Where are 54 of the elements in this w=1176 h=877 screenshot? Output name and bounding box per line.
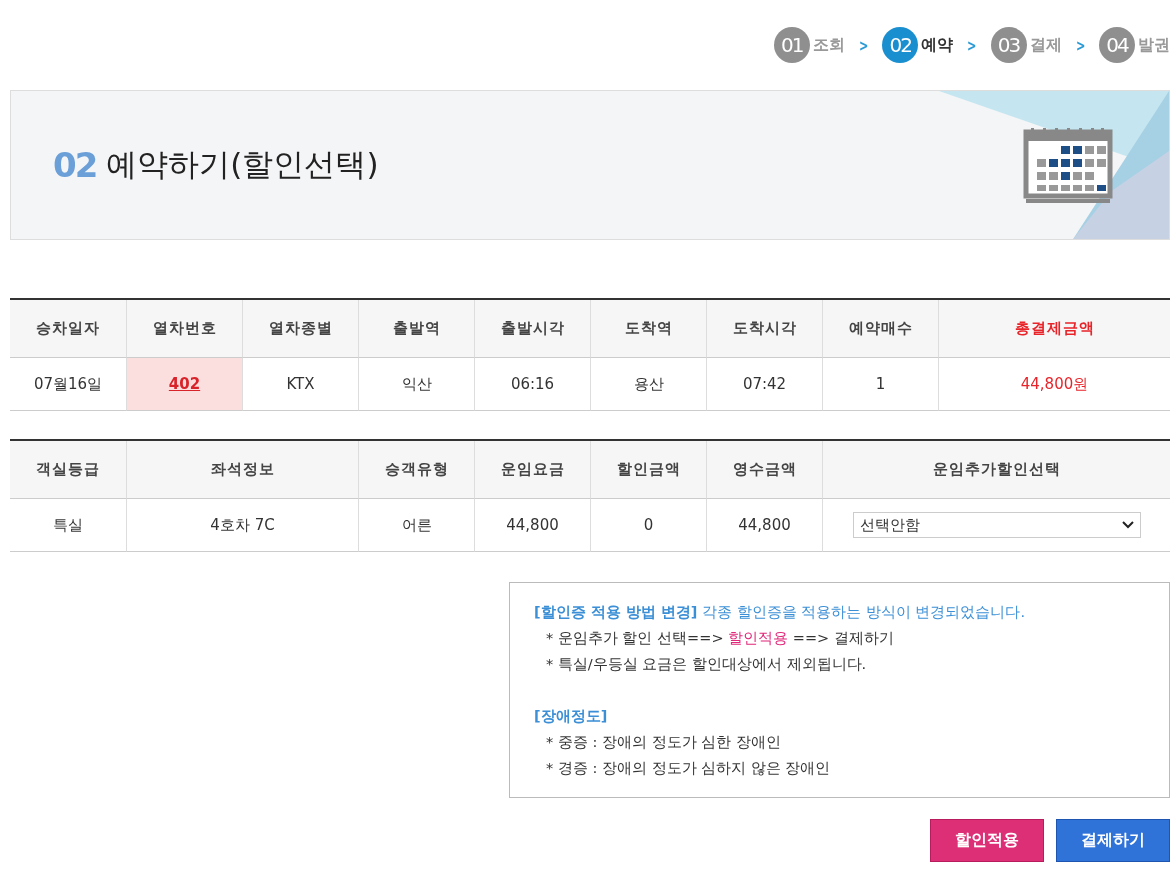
pay-button[interactable]: 결제하기: [1056, 819, 1170, 862]
column-header: 좌석정보: [126, 441, 358, 499]
table-cell: 어른: [358, 499, 474, 552]
step-label: 예약: [921, 34, 954, 56]
apply-discount-button[interactable]: 할인적용: [930, 819, 1044, 862]
column-header: 영수금액: [706, 441, 822, 499]
column-header: 객실등급: [10, 441, 126, 499]
step-label: 결제: [1029, 34, 1062, 56]
chevron-icon: >: [967, 35, 977, 55]
column-header: 운임추가할인선택: [822, 441, 1170, 499]
table-cell: 06:16: [474, 358, 590, 411]
table-cell: 44,800: [474, 499, 590, 552]
column-header: 승차일자: [10, 300, 126, 358]
column-header: 예약매수: [822, 300, 938, 358]
table-cell: 용산: [590, 358, 706, 411]
step-number: 01: [773, 27, 810, 63]
notice-text: * 경증 : 장애의 정도가 심하지 않은 장애인: [545, 759, 832, 778]
notice-text: * 중증 : 장애의 정도가 심한 장애인: [545, 733, 782, 752]
notice-text: * 운임추가 할인 선택==> 할인적용 ==> 결제하기: [545, 629, 895, 648]
table-cell: KTX: [242, 358, 358, 411]
banner-number: 02: [53, 145, 97, 185]
discount-select[interactable]: 선택안함: [852, 512, 1141, 538]
step-label: 발권: [1138, 34, 1170, 56]
column-header: 할인금액: [590, 441, 706, 499]
table-cell: 1: [822, 358, 938, 411]
table-cell: 익산: [358, 358, 474, 411]
notice-heading: [장애정도]: [534, 707, 609, 726]
column-header: 열차번호: [126, 300, 242, 358]
table-cell: 44,800: [706, 499, 822, 552]
notice-heading: [할인증 적용 방법 변경] 각종 할인증을 적용하는 방식이 변경되었습니다.: [534, 603, 1027, 622]
chevron-icon: >: [858, 35, 869, 55]
column-header: 도착시각: [706, 300, 822, 358]
table-cell: 4호차 7C: [126, 499, 358, 552]
table-cell: 특실: [10, 499, 126, 552]
table-cell: 07:42: [706, 358, 822, 411]
column-header: 열차종별: [242, 300, 358, 358]
column-header: 도착역: [590, 300, 706, 358]
column-header: 출발시각: [474, 300, 590, 358]
calendar-icon: [1023, 126, 1113, 204]
step-number: 03: [990, 27, 1027, 63]
step-label: 조회: [812, 34, 845, 56]
caret-icon: [1121, 521, 1134, 529]
chevron-icon: >: [1075, 35, 1085, 55]
total-amount: 44,800원: [938, 358, 1170, 411]
page-title: 예약하기(할인선택): [106, 145, 379, 184]
column-header: 출발역: [358, 300, 474, 358]
step-number: 04: [1099, 27, 1135, 63]
column-header: 총결제금액: [938, 300, 1170, 358]
column-header: 운임요금: [474, 441, 590, 499]
table-cell: 0: [590, 499, 706, 552]
step-number: 02: [882, 27, 919, 63]
train-number-link[interactable]: 402: [126, 358, 242, 411]
notice-text: * 특실/우등실 요금은 할인대상에서 제외됩니다.: [545, 655, 868, 674]
column-header: 승객유형: [358, 441, 474, 499]
